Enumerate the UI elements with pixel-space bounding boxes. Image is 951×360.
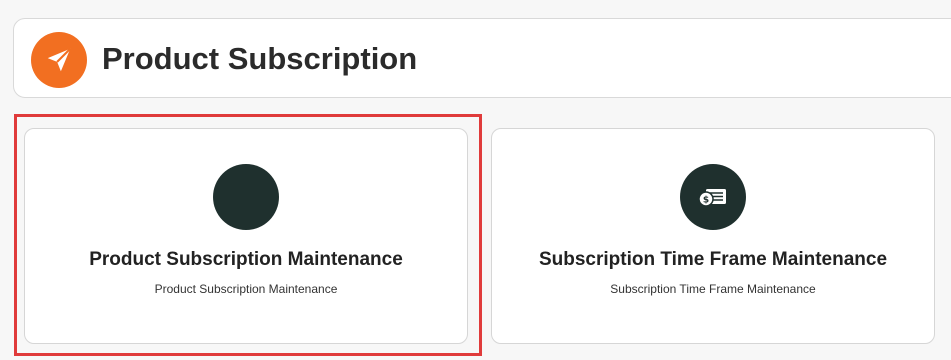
money-bills-icon: $ xyxy=(680,164,746,230)
tile-subscription-time-frame-maintenance[interactable]: $ Subscription Time Frame Maintenance Su… xyxy=(491,128,935,344)
page-header: Product Subscription xyxy=(13,18,951,98)
svg-text:$: $ xyxy=(703,196,709,206)
tile-product-subscription-maintenance[interactable]: Product Subscription Maintenance Product… xyxy=(24,128,468,344)
page: Product Subscription Product Subscriptio… xyxy=(0,0,951,360)
tile-subtitle: Subscription Time Frame Maintenance xyxy=(610,282,816,296)
tile-title: Subscription Time Frame Maintenance xyxy=(538,249,888,270)
tile-title: Product Subscription Maintenance xyxy=(89,249,403,270)
paper-plane-icon xyxy=(31,32,87,88)
page-title: Product Subscription xyxy=(102,41,418,76)
blank-circle-icon xyxy=(213,164,279,230)
tile-subtitle: Product Subscription Maintenance xyxy=(154,282,338,296)
